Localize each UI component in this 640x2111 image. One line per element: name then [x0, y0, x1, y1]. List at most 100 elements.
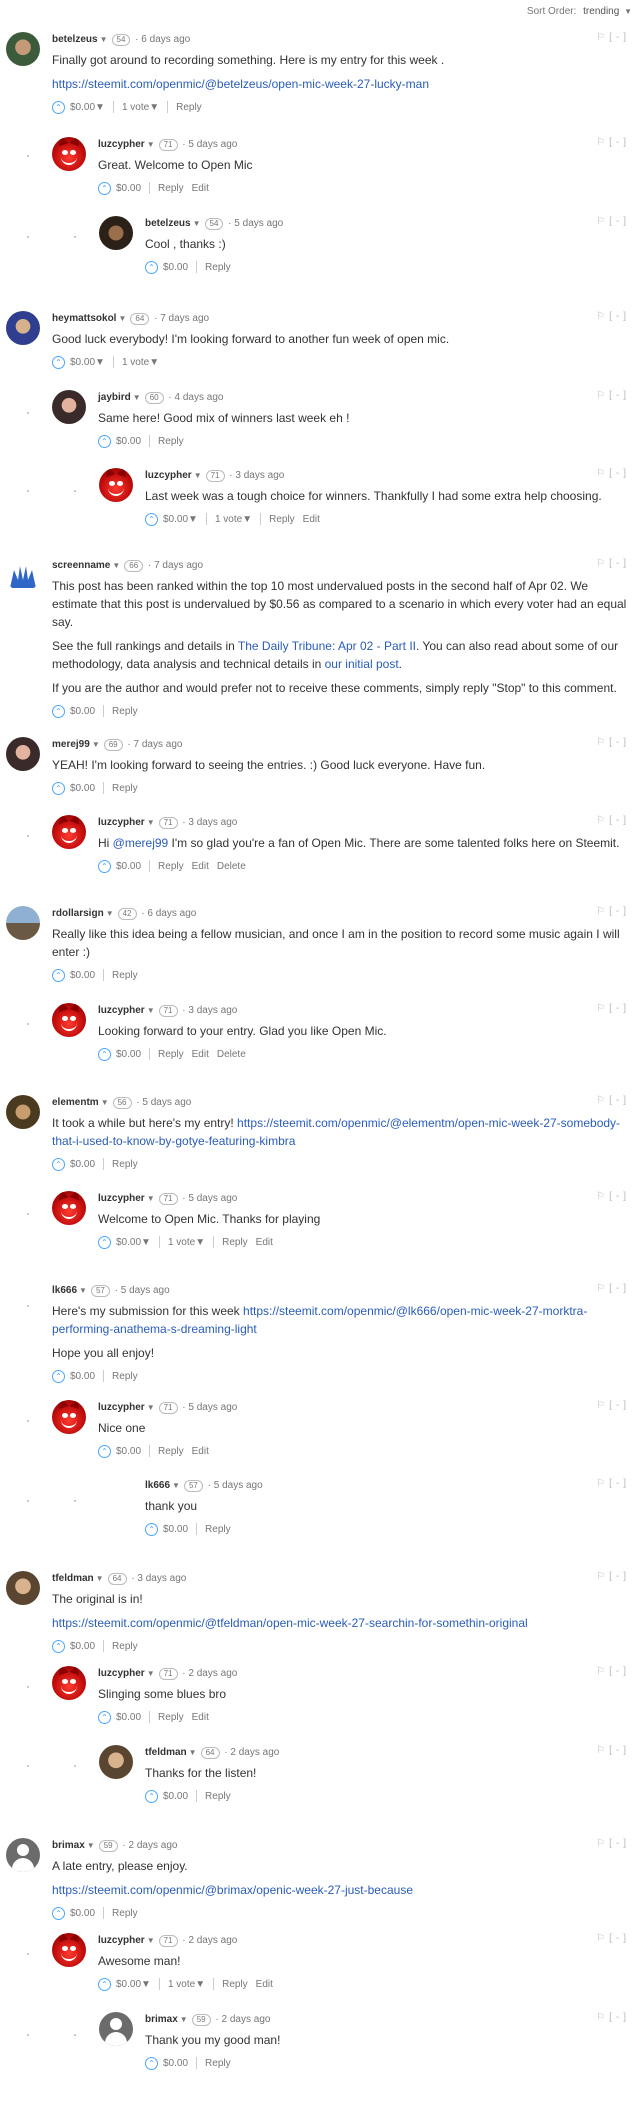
upvote-icon[interactable]: ⌃: [52, 1906, 65, 1920]
upvote-icon[interactable]: ⌃: [98, 1047, 111, 1061]
collapse-toggle[interactable]: [-]: [609, 390, 630, 401]
author-name[interactable]: luzcypher: [98, 1402, 145, 1413]
flag-icon[interactable]: ⚐: [596, 137, 609, 148]
reply-button[interactable]: Reply: [158, 861, 184, 872]
upvote-icon[interactable]: ⌃: [52, 704, 65, 718]
vote-count[interactable]: 1 vote: [122, 102, 149, 113]
reply-button[interactable]: Reply: [158, 1446, 184, 1457]
author-name[interactable]: luzcypher: [145, 470, 192, 481]
chevron-down-icon[interactable]: ▼: [172, 1481, 180, 1490]
chevron-down-icon[interactable]: ▼: [147, 1403, 155, 1412]
timestamp[interactable]: 2 days ago: [230, 1747, 279, 1758]
vote-count[interactable]: 1 vote: [168, 1979, 195, 1990]
flag-icon[interactable]: ⚐: [596, 1478, 609, 1489]
timestamp[interactable]: 5 days ago: [142, 1097, 191, 1108]
avatar[interactable]: [99, 1745, 133, 1779]
upvote-icon[interactable]: ⌃: [52, 1369, 65, 1383]
delete-button[interactable]: Delete: [217, 861, 246, 872]
payout-amount[interactable]: $0.00: [70, 706, 95, 717]
payout-amount[interactable]: $0.00: [116, 1712, 141, 1723]
avatar[interactable]: [52, 1666, 86, 1700]
timestamp[interactable]: 4 days ago: [175, 392, 224, 403]
collapse-toggle[interactable]: [-]: [609, 468, 630, 479]
upvote-icon[interactable]: ⌃: [52, 1157, 65, 1171]
timestamp[interactable]: 3 days ago: [137, 1573, 186, 1584]
author-name[interactable]: lk666: [52, 1285, 77, 1296]
collapse-toggle[interactable]: [-]: [609, 1933, 630, 1944]
author-name[interactable]: luzcypher: [98, 1935, 145, 1946]
avatar[interactable]: [99, 1478, 133, 1512]
collapse-toggle[interactable]: [-]: [609, 815, 630, 826]
flag-icon[interactable]: ⚐: [596, 1571, 609, 1582]
avatar[interactable]: [99, 2012, 133, 2046]
timestamp[interactable]: 5 days ago: [188, 1402, 237, 1413]
collapse-toggle[interactable]: [-]: [609, 137, 630, 148]
payout-amount[interactable]: $0.00: [163, 514, 188, 525]
payout-amount[interactable]: $0.00: [70, 1371, 95, 1382]
avatar[interactable]: [6, 1283, 40, 1317]
flag-icon[interactable]: ⚐: [596, 1666, 609, 1677]
chevron-down-icon[interactable]: ▼: [194, 471, 202, 480]
author-name[interactable]: tfeldman: [145, 1747, 187, 1758]
collapse-toggle[interactable]: [-]: [609, 216, 630, 227]
timestamp[interactable]: 3 days ago: [235, 470, 284, 481]
author-name[interactable]: rdollarsign: [52, 908, 104, 919]
reply-button[interactable]: Reply: [205, 1524, 231, 1535]
upvote-icon[interactable]: ⌃: [98, 859, 111, 873]
reply-button[interactable]: Reply: [112, 783, 138, 794]
avatar[interactable]: [52, 1191, 86, 1225]
author-name[interactable]: elementm: [52, 1097, 99, 1108]
upvote-icon[interactable]: ⌃: [52, 100, 65, 114]
flag-icon[interactable]: ⚐: [596, 216, 609, 227]
payout-amount[interactable]: $0.00: [70, 970, 95, 981]
reply-button[interactable]: Reply: [112, 1641, 138, 1652]
reply-button[interactable]: Reply: [205, 1791, 231, 1802]
chevron-down-icon[interactable]: ▼: [195, 1237, 205, 1248]
chevron-down-icon[interactable]: ▼: [147, 1194, 155, 1203]
flag-icon[interactable]: ⚐: [596, 737, 609, 748]
reply-button[interactable]: Reply: [112, 970, 138, 981]
upvote-icon[interactable]: ⌃: [98, 1235, 111, 1249]
avatar[interactable]: [52, 137, 86, 171]
timestamp[interactable]: 3 days ago: [188, 1005, 237, 1016]
chevron-down-icon[interactable]: ▼: [149, 102, 159, 113]
timestamp[interactable]: 5 days ago: [188, 139, 237, 150]
flag-icon[interactable]: ⚐: [596, 1933, 609, 1944]
comment-link[interactable]: our initial post: [325, 657, 399, 671]
upvote-icon[interactable]: ⌃: [145, 512, 158, 526]
avatar[interactable]: [6, 311, 40, 345]
flag-icon[interactable]: ⚐: [596, 1400, 609, 1411]
chevron-down-icon[interactable]: ▼: [195, 1979, 205, 1990]
timestamp[interactable]: 2 days ago: [188, 1668, 237, 1679]
vote-count[interactable]: 1 vote: [168, 1237, 195, 1248]
payout-amount[interactable]: $0.00: [116, 1979, 141, 1990]
edit-button[interactable]: Edit: [256, 1979, 273, 1990]
upvote-icon[interactable]: ⌃: [145, 1789, 158, 1803]
chevron-down-icon[interactable]: ▼: [101, 1098, 109, 1107]
comment-link[interactable]: The Daily Tribune: Apr 02 - Part II: [238, 639, 416, 653]
edit-button[interactable]: Edit: [303, 514, 320, 525]
timestamp[interactable]: 5 days ago: [188, 1193, 237, 1204]
comment-link[interactable]: @merej99: [113, 836, 169, 850]
author-name[interactable]: jaybird: [98, 392, 131, 403]
collapse-toggle[interactable]: [-]: [609, 1571, 630, 1582]
collapse-toggle[interactable]: [-]: [609, 1745, 630, 1756]
upvote-icon[interactable]: ⌃: [145, 1522, 158, 1536]
flag-icon[interactable]: ⚐: [596, 32, 609, 43]
author-name[interactable]: luzcypher: [98, 1193, 145, 1204]
payout-amount[interactable]: $0.00: [70, 1641, 95, 1652]
timestamp[interactable]: 7 days ago: [134, 739, 183, 750]
timestamp[interactable]: 7 days ago: [154, 560, 203, 571]
payout-amount[interactable]: $0.00: [70, 357, 95, 368]
payout-amount[interactable]: $0.00: [116, 1446, 141, 1457]
author-name[interactable]: luzcypher: [98, 1005, 145, 1016]
chevron-down-icon[interactable]: ▼: [133, 393, 141, 402]
avatar[interactable]: [52, 1003, 86, 1037]
edit-button[interactable]: Edit: [192, 183, 209, 194]
collapse-toggle[interactable]: [-]: [609, 1666, 630, 1677]
edit-button[interactable]: Edit: [256, 1237, 273, 1248]
upvote-icon[interactable]: ⌃: [98, 1710, 111, 1724]
chevron-down-icon[interactable]: ▼: [141, 1237, 151, 1248]
sort-order-value[interactable]: trending: [583, 6, 619, 17]
reply-button[interactable]: Reply: [222, 1979, 248, 1990]
